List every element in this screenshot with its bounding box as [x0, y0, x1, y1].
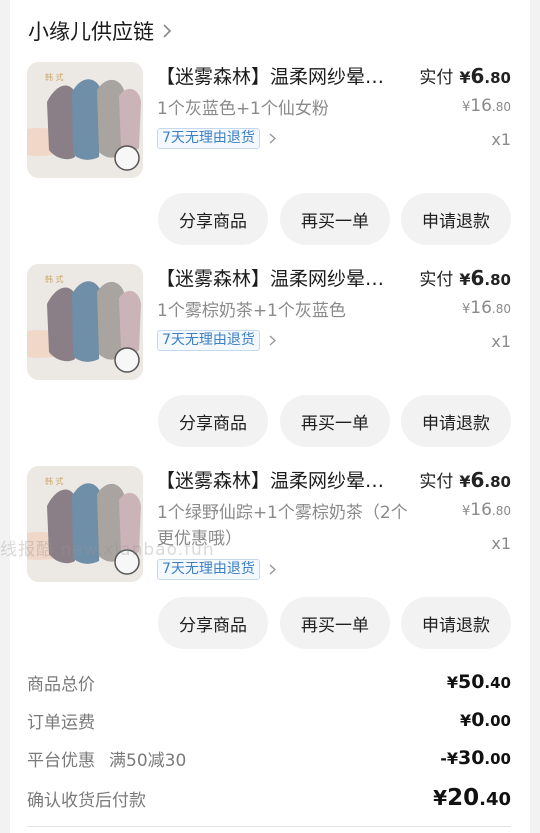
discount-integer: 30 — [457, 747, 485, 769]
return-policy-label: 7天无理由退货 — [157, 559, 260, 580]
order-item[interactable]: 韩 式 【迷雾森林】温柔网纱晕染发箍 1个灰蓝色+1个仙女粉 7天无理由退货 实… — [10, 60, 530, 262]
order-item[interactable]: 韩 式 【迷雾森林】温柔网纱晕染发箍 1个绿野仙踪+1个雾棕奶茶（2个更优惠哦）… — [10, 464, 530, 666]
discount-currency: -¥ — [440, 749, 458, 768]
summary-total-label: 商品总价 — [27, 674, 95, 695]
paid-currency: ¥ — [459, 68, 471, 87]
summary-shipping-value: ¥ 0 .00 — [460, 709, 511, 731]
paid-integer: 6 — [470, 468, 485, 492]
paid-decimal: .80 — [484, 69, 511, 87]
headband-product-image: 韩 式 — [27, 264, 143, 380]
bottom-divider — [27, 826, 511, 827]
original-price: ¥ 16 .80 — [462, 500, 511, 520]
headband-product-image: 韩 式 — [27, 62, 143, 178]
paid-label: 实付 — [419, 270, 454, 290]
orig-integer: 16 — [470, 500, 492, 520]
discount-decimal: .00 — [484, 750, 511, 768]
product-thumbnail[interactable]: 韩 式 — [27, 264, 143, 380]
request-refund-button[interactable]: 申请退款 — [401, 597, 511, 649]
order-card: 小缘儿供应链 韩 式 【迷雾森林】温柔网纱晕染发箍 1个灰蓝色+1个仙女粉 7天… — [10, 0, 530, 833]
buy-again-button[interactable]: 再买一单 — [280, 193, 390, 245]
total-decimal: .40 — [484, 674, 511, 692]
return-policy-label: 7天无理由退货 — [157, 330, 260, 351]
orig-decimal: .80 — [491, 100, 511, 114]
paid-currency: ¥ — [459, 472, 471, 491]
summary-discount-value: -¥ 30 .00 — [440, 747, 511, 769]
orig-decimal: .80 — [491, 302, 511, 316]
order-page: 小缘儿供应链 韩 式 【迷雾森林】温柔网纱晕染发箍 1个灰蓝色+1个仙女粉 7天… — [0, 0, 540, 833]
summary-total-value: ¥ 50 .40 — [447, 671, 511, 693]
orig-currency: ¥ — [461, 100, 471, 115]
discount-rule: 满50减30 — [109, 750, 187, 771]
svg-text:韩 式: 韩 式 — [45, 476, 64, 486]
quantity: x1 — [491, 332, 511, 351]
chevron-right-icon — [269, 133, 276, 144]
return-policy-label: 7天无理由退货 — [157, 128, 260, 149]
product-title: 【迷雾森林】温柔网纱晕染发箍 — [156, 66, 402, 88]
summary-payable-row: 确认收货后付款 ¥ 20 .40 — [27, 781, 511, 815]
summary-shipping-label: 订单运费 — [27, 712, 95, 733]
return-policy-tag[interactable]: 7天无理由退货 — [157, 559, 276, 580]
paid-price: 实付 ¥ 6 .80 — [419, 63, 511, 91]
summary-shipping-row: 订单运费 ¥ 0 .00 — [27, 705, 511, 735]
buy-again-button[interactable]: 再买一单 — [280, 395, 390, 447]
paid-currency: ¥ — [459, 270, 471, 289]
orig-decimal: .80 — [491, 504, 511, 518]
shipping-currency: ¥ — [460, 711, 472, 730]
orig-integer: 16 — [470, 96, 492, 116]
summary-discount-label: 平台优惠 满50减30 — [27, 746, 186, 771]
summary-total-row: 商品总价 ¥ 50 .40 — [27, 667, 511, 697]
discount-label: 平台优惠 — [27, 750, 95, 771]
buy-again-button[interactable]: 再买一单 — [280, 597, 390, 649]
headband-product-image: 韩 式 — [27, 466, 143, 582]
product-spec: 1个雾棕奶茶+1个灰蓝色 — [157, 301, 346, 321]
paid-price: 实付 ¥ 6 .80 — [419, 265, 511, 293]
product-title: 【迷雾森林】温柔网纱晕染发箍 — [156, 268, 402, 290]
payable-currency: ¥ — [433, 786, 448, 810]
watermark: 线报酷 new.xianbao.fun — [0, 540, 215, 560]
shop-header[interactable]: 小缘儿供应链 — [28, 14, 172, 48]
request-refund-button[interactable]: 申请退款 — [401, 395, 511, 447]
quantity: x1 — [491, 130, 511, 149]
return-policy-tag[interactable]: 7天无理由退货 — [157, 330, 276, 351]
product-spec: 1个灰蓝色+1个仙女粉 — [157, 99, 329, 119]
request-refund-button[interactable]: 申请退款 — [401, 193, 511, 245]
paid-integer: 6 — [470, 64, 485, 88]
original-price: ¥ 16 .80 — [462, 298, 511, 318]
orig-currency: ¥ — [461, 504, 471, 519]
quantity: x1 — [491, 534, 511, 553]
paid-decimal: .80 — [484, 473, 511, 491]
chevron-right-icon — [163, 24, 172, 38]
total-currency: ¥ — [446, 673, 458, 692]
summary-payable-value: ¥ 20 .40 — [433, 785, 511, 811]
paid-label: 实付 — [419, 472, 454, 492]
original-price: ¥ 16 .80 — [462, 96, 511, 116]
svg-text:韩 式: 韩 式 — [45, 274, 64, 284]
total-integer: 50 — [457, 671, 485, 693]
svg-text:韩 式: 韩 式 — [45, 72, 64, 82]
paid-integer: 6 — [470, 266, 485, 290]
shipping-decimal: .00 — [484, 712, 511, 730]
chevron-right-icon — [269, 564, 276, 575]
product-thumbnail[interactable]: 韩 式 — [27, 62, 143, 178]
paid-decimal: .80 — [484, 271, 511, 289]
summary-payable-label: 确认收货后付款 — [27, 790, 146, 811]
chevron-right-icon — [269, 335, 276, 346]
paid-label: 实付 — [419, 68, 454, 88]
order-item[interactable]: 韩 式 【迷雾森林】温柔网纱晕染发箍 1个雾棕奶茶+1个灰蓝色 7天无理由退货 … — [10, 262, 530, 464]
paid-price: 实付 ¥ 6 .80 — [419, 467, 511, 495]
return-policy-tag[interactable]: 7天无理由退货 — [157, 128, 276, 149]
product-title: 【迷雾森林】温柔网纱晕染发箍 — [156, 470, 402, 492]
share-product-button[interactable]: 分享商品 — [158, 193, 268, 245]
product-thumbnail[interactable]: 韩 式 — [27, 466, 143, 582]
payable-integer: 20 — [447, 785, 480, 811]
shop-name: 小缘儿供应链 — [28, 20, 154, 44]
share-product-button[interactable]: 分享商品 — [158, 597, 268, 649]
share-product-button[interactable]: 分享商品 — [158, 395, 268, 447]
orig-integer: 16 — [470, 298, 492, 318]
shipping-integer: 0 — [471, 709, 485, 731]
summary-discount-row: 平台优惠 满50减30 -¥ 30 .00 — [27, 743, 511, 773]
payable-decimal: .40 — [479, 789, 511, 810]
orig-currency: ¥ — [461, 302, 471, 317]
